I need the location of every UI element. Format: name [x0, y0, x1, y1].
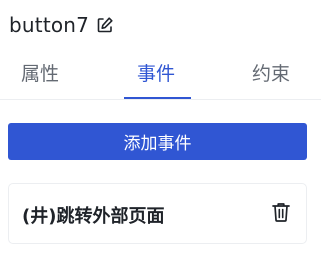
tab-events[interactable]: 事件	[137, 59, 175, 86]
trash-icon[interactable]	[270, 201, 292, 223]
event-item[interactable]: (井)跳转外部页面	[8, 183, 307, 244]
tab-bar: 属性 事件 约束	[0, 52, 321, 100]
tab-constraints[interactable]: 约束	[252, 59, 290, 86]
trash-icon-graphic	[272, 203, 290, 222]
event-panel: button7 属性 事件 约束 添加事件 (井)跳转外部页面	[0, 0, 321, 261]
component-name: button7	[9, 13, 90, 37]
edit-icon-graphic	[97, 17, 113, 33]
edit-icon[interactable]	[96, 16, 114, 34]
event-item-label: (井)跳转外部页面	[22, 206, 165, 227]
component-title-row: button7	[9, 12, 114, 38]
add-event-button[interactable]: 添加事件	[8, 123, 307, 160]
tab-divider	[0, 99, 321, 100]
tab-properties[interactable]: 属性	[21, 59, 59, 86]
